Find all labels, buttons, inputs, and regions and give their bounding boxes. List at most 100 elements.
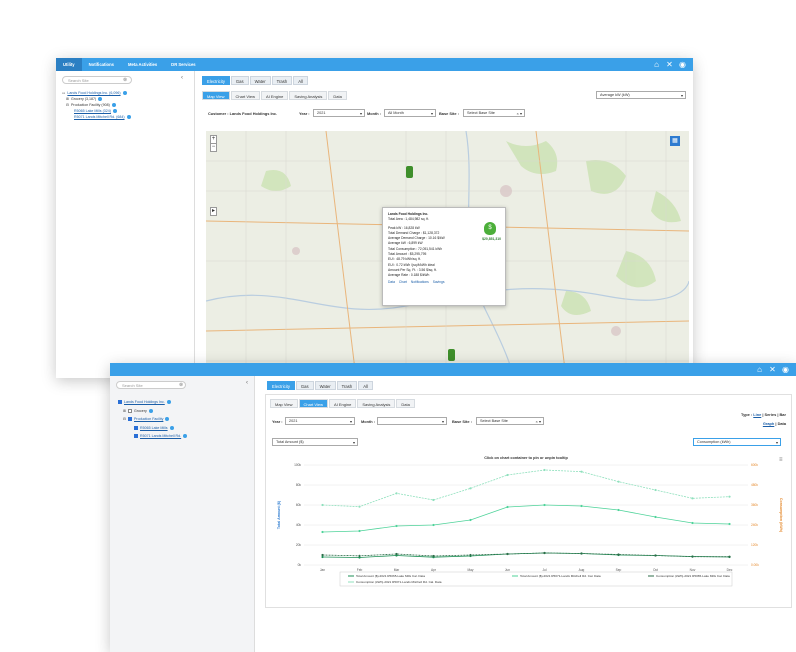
- data-point: [691, 521, 694, 525]
- home-icon[interactable]: ⌂: [652, 60, 661, 69]
- x-tick-label: Jan: [320, 568, 325, 572]
- tab-trash[interactable]: Trash: [271, 76, 293, 85]
- info-icon[interactable]: [98, 97, 103, 101]
- info-icon[interactable]: [126, 115, 131, 119]
- tab-map-view[interactable]: Map View: [202, 91, 230, 100]
- tab-data[interactable]: Data: [396, 399, 415, 408]
- top-nav-bar: Utility Notifications Meta Activities DR…: [56, 58, 693, 71]
- popup-links: Data Chart Notifications Savings: [388, 280, 500, 285]
- month-select[interactable]: All Month ▾: [384, 109, 436, 117]
- zoom-out-button[interactable]: −: [210, 143, 217, 152]
- collapse-map-button[interactable]: ▸: [210, 207, 217, 216]
- data-point: [543, 551, 546, 555]
- line-chart[interactable]: Click on chart container to pin or unpin…: [270, 451, 790, 601]
- home-icon[interactable]: ⌂: [755, 365, 764, 374]
- collapse-icon[interactable]: ⊟: [123, 415, 126, 424]
- tree-production[interactable]: ⊟ Production Facility: [118, 415, 187, 424]
- metric-select[interactable]: Average kW (kW) ▾: [596, 91, 686, 99]
- info-icon[interactable]: [183, 434, 188, 439]
- info-icon[interactable]: [148, 408, 153, 413]
- nav-meta-activities[interactable]: Meta Activities: [121, 58, 164, 71]
- info-icon[interactable]: [165, 417, 170, 422]
- left-metric-select[interactable]: Total Amount ($) ▾: [272, 438, 358, 446]
- expand-icon[interactable]: ⊞: [123, 407, 126, 416]
- tree-root[interactable]: Lands Food Holdings Inc.: [118, 398, 187, 407]
- tab-chart-view[interactable]: Chart View: [298, 399, 328, 408]
- checkbox[interactable]: [118, 400, 122, 405]
- tab-map-view[interactable]: Map View: [270, 399, 298, 408]
- search-input[interactable]: Search Site: [116, 381, 186, 389]
- info-icon[interactable]: [169, 425, 174, 430]
- user-icon[interactable]: ◉: [781, 365, 790, 374]
- nav-notifications[interactable]: Notifications: [82, 58, 121, 71]
- tab-all[interactable]: All: [358, 381, 373, 390]
- info-icon[interactable]: [166, 400, 171, 405]
- tab-chart-view[interactable]: Chart View: [230, 91, 260, 100]
- tree-site-lake-mills[interactable]: R5065 Lake Mills: [118, 424, 187, 433]
- collapse-icon[interactable]: ⊟: [66, 102, 69, 108]
- month-select[interactable]: ▾: [377, 417, 447, 425]
- x-tick-label: Mar: [394, 568, 400, 572]
- nav-utility[interactable]: Utility: [56, 58, 82, 71]
- tools-icon[interactable]: ✕: [768, 365, 777, 374]
- tab-gas[interactable]: Gas: [295, 381, 314, 390]
- checkbox[interactable]: [128, 417, 133, 422]
- type-option-bar[interactable]: Bar: [780, 412, 787, 417]
- tab-ai-engine[interactable]: AI Engine: [329, 399, 357, 408]
- popup-link-chart[interactable]: Chart: [399, 280, 407, 284]
- x-tick-label: Feb: [357, 568, 363, 572]
- clear-search-icon[interactable]: ⊗: [123, 77, 127, 83]
- mode-option-graph[interactable]: Graph: [763, 421, 774, 426]
- type-option-line[interactable]: Line: [753, 412, 761, 417]
- year-select[interactable]: 2021 ▾: [313, 109, 365, 117]
- tab-data[interactable]: Data: [328, 91, 347, 100]
- search-input[interactable]: Search Site: [62, 76, 132, 84]
- site-tree: Lands Food Holdings Inc. ⊞ Grocery ⊟ Produ…: [118, 398, 188, 441]
- clear-search-icon[interactable]: ⊗: [179, 382, 183, 388]
- type-option-series[interactable]: Series: [765, 412, 777, 417]
- data-point: [691, 497, 694, 500]
- popup-link-notifications[interactable]: Notifications: [411, 280, 429, 284]
- chart-panel: Map View Chart View AI Engine Saving Ana…: [265, 394, 792, 608]
- collapse-sidebar-icon[interactable]: ‹: [181, 75, 183, 81]
- tab-water[interactable]: Water: [314, 381, 336, 390]
- layers-icon[interactable]: ▦: [670, 136, 680, 146]
- checkbox[interactable]: [134, 434, 138, 439]
- user-icon[interactable]: ◉: [678, 60, 687, 69]
- data-point: [358, 529, 361, 533]
- tools-icon[interactable]: ✕: [665, 60, 674, 69]
- data-point: [432, 498, 435, 502]
- tree-site-mitchell[interactable]: R5071 Lands Mitchell Rd.: [118, 432, 188, 441]
- right-metric-select[interactable]: Consumption (kWh) ▾: [693, 438, 781, 446]
- site-map[interactable]: + − ▸ ▦ Lands Food Holdings Inc. Total A…: [206, 131, 689, 378]
- tab-saving-analysis[interactable]: Saving Analysis: [357, 399, 396, 408]
- popup-link-savings[interactable]: Savings: [433, 280, 445, 284]
- base-site-select[interactable]: Select Base Site × ▾: [463, 109, 525, 117]
- tab-gas[interactable]: Gas: [230, 76, 249, 85]
- tab-saving-analysis[interactable]: Saving Analysis: [289, 91, 328, 100]
- info-icon[interactable]: [122, 91, 127, 95]
- info-icon[interactable]: [112, 109, 117, 113]
- tab-electricity[interactable]: Electricity: [267, 381, 295, 390]
- checkbox[interactable]: [128, 408, 133, 413]
- mode-option-data[interactable]: Data: [778, 421, 786, 426]
- tab-water[interactable]: Water: [249, 76, 271, 85]
- chevron-down-icon: × ▾: [535, 419, 541, 424]
- base-site-select[interactable]: Select Base Site × ▾: [476, 417, 544, 425]
- nav-dr-services[interactable]: DR Services: [164, 58, 202, 71]
- tree-site-mitchell[interactable]: R5071 Lands Mitchell Rd. (684): [62, 114, 131, 120]
- tab-electricity[interactable]: Electricity: [202, 76, 230, 85]
- tree-grocery[interactable]: ⊞ Grocery: [118, 407, 187, 416]
- checkbox[interactable]: [134, 425, 138, 430]
- year-label: Year :: [299, 111, 310, 116]
- tab-ai-engine[interactable]: AI Engine: [261, 91, 289, 100]
- data-point: [728, 522, 731, 526]
- year-select[interactable]: 2021 ▾: [285, 417, 355, 425]
- info-icon[interactable]: [111, 103, 116, 107]
- popup-link-data[interactable]: Data: [388, 280, 395, 284]
- site-marker-icon[interactable]: [448, 349, 455, 361]
- collapse-sidebar-icon[interactable]: ‹: [246, 380, 248, 386]
- tab-trash[interactable]: Trash: [336, 381, 358, 390]
- tab-all[interactable]: All: [293, 76, 308, 85]
- site-marker-icon[interactable]: [406, 166, 413, 178]
